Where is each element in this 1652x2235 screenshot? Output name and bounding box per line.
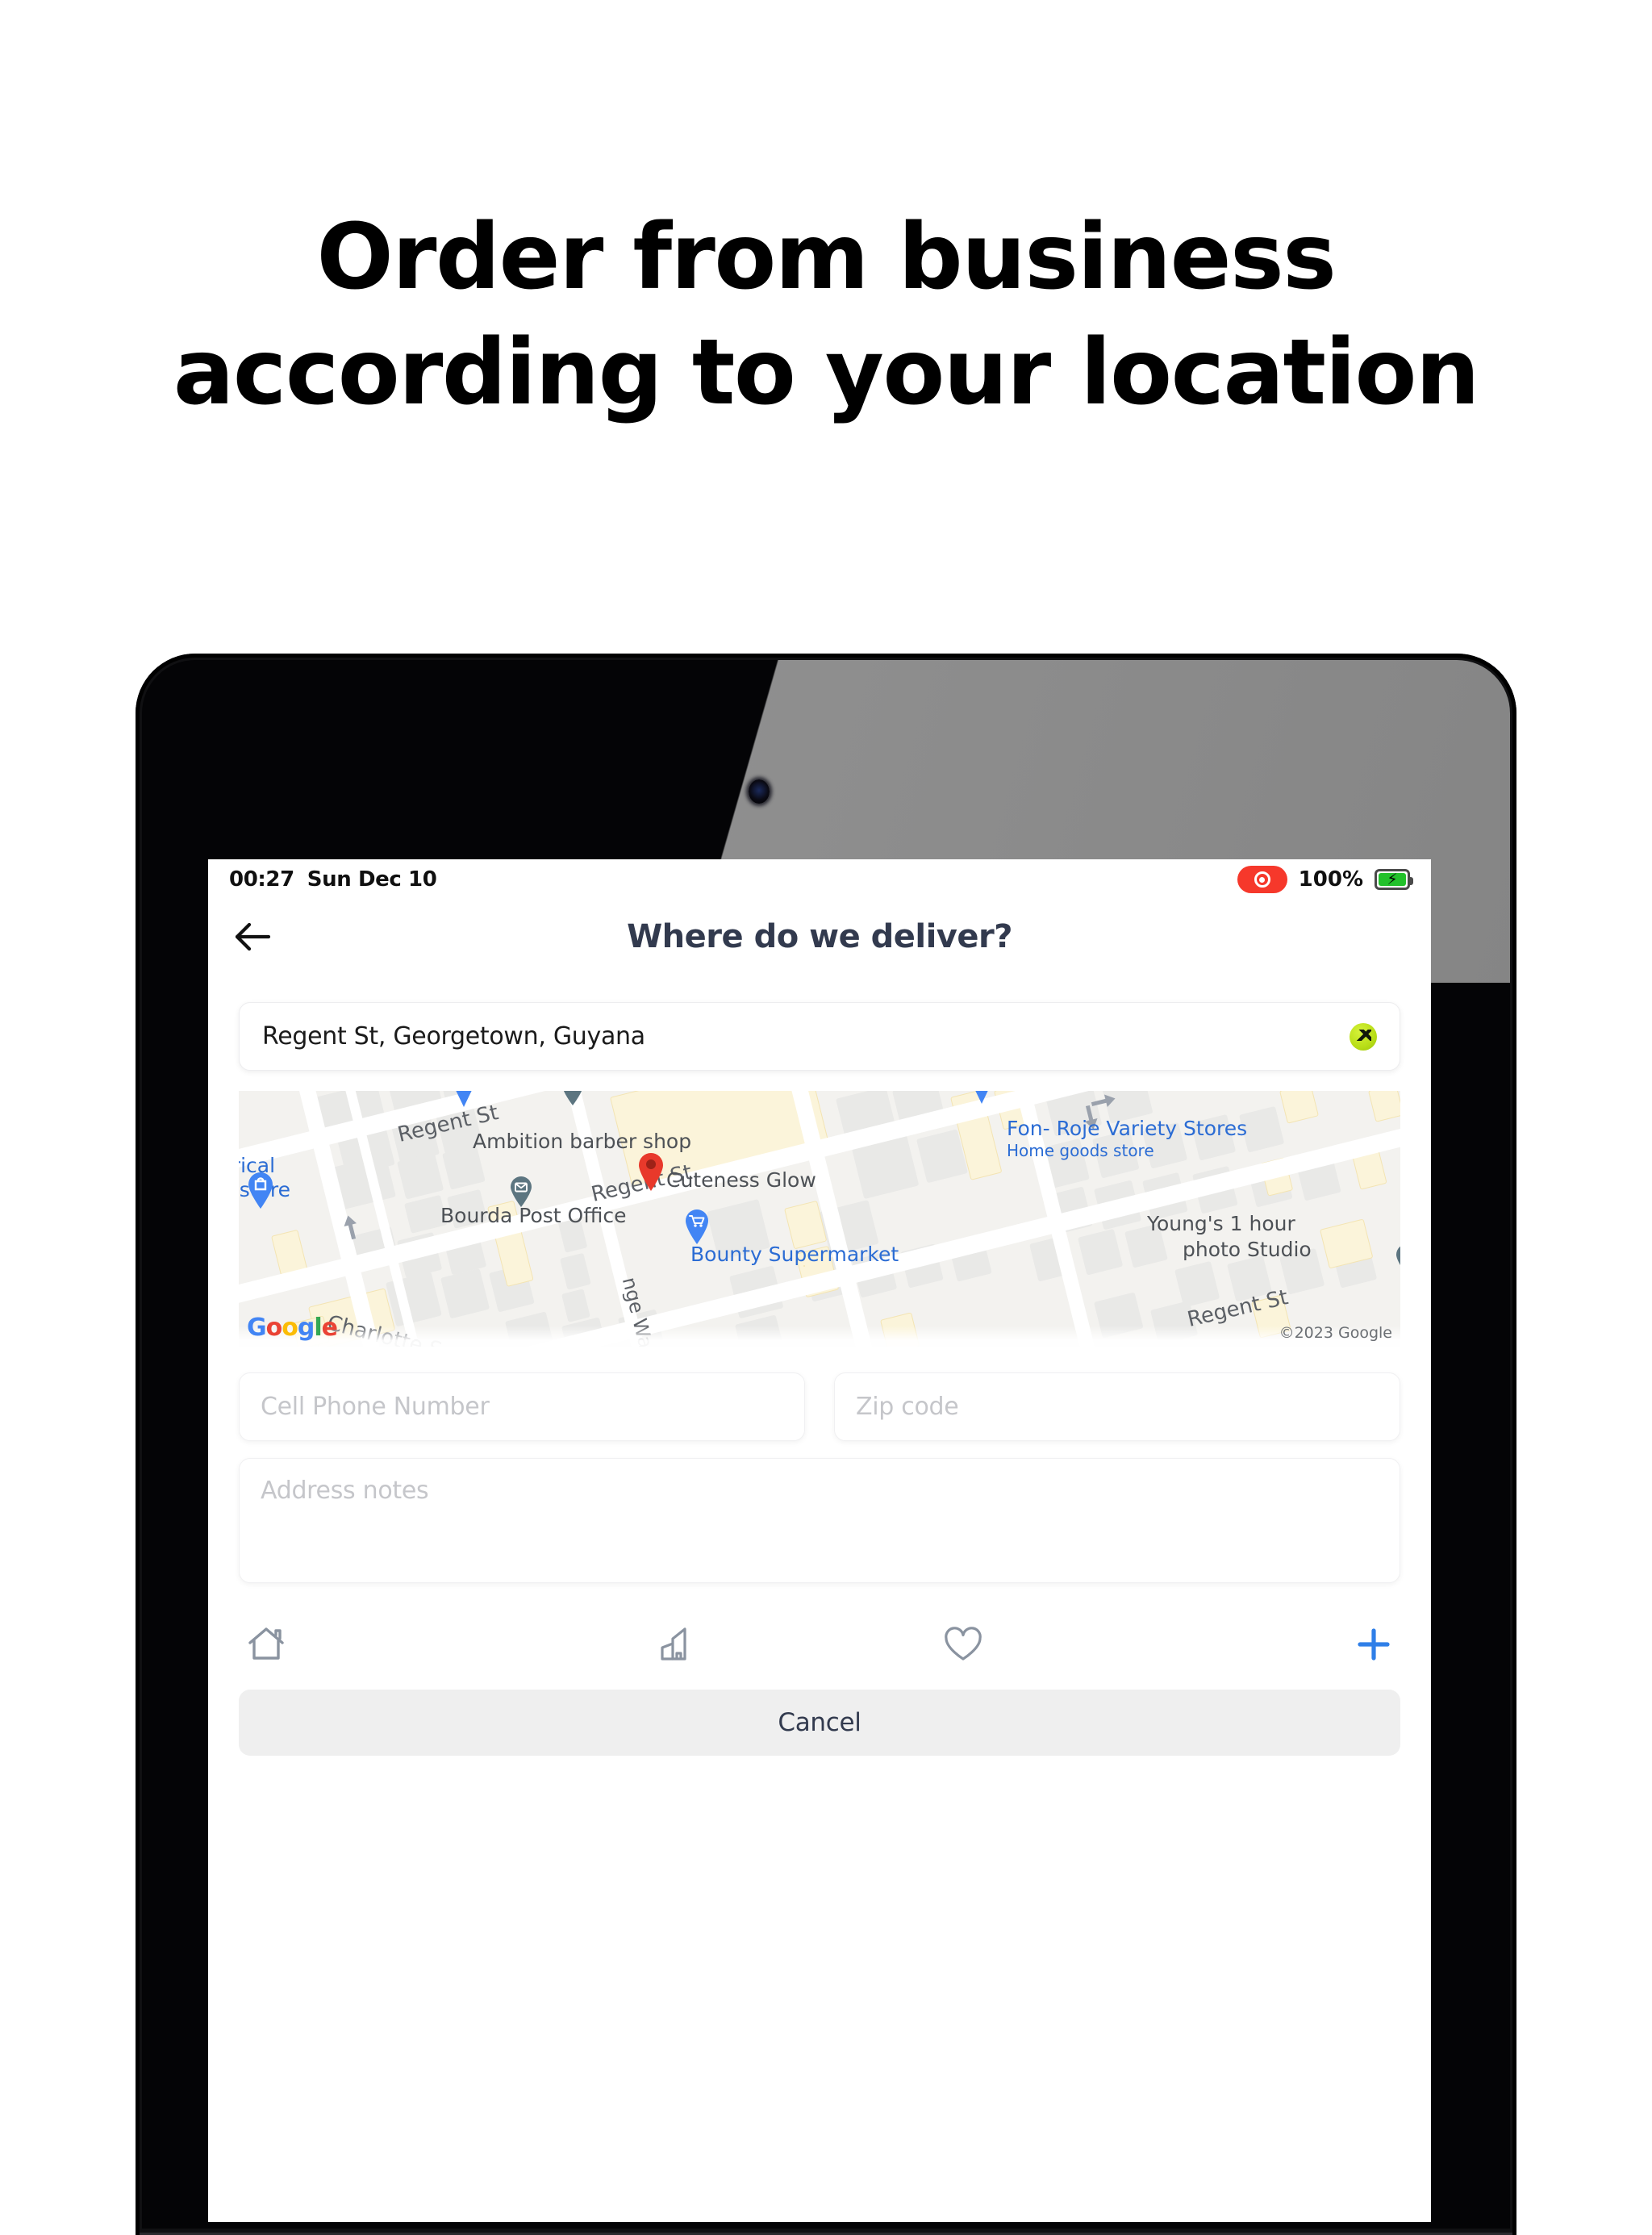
badge-glyph	[1355, 1029, 1371, 1041]
app-logo-badge-icon	[1350, 1022, 1377, 1051]
marker-pin-blue-icon[interactable]	[453, 1091, 474, 1107]
label-option-home[interactable]	[239, 1610, 533, 1679]
shopping-bag-pin-icon[interactable]	[247, 1172, 274, 1209]
headline-line-2: according to your location	[173, 320, 1480, 426]
status-date: Sun Dec 10	[307, 867, 437, 892]
address-notes-input[interactable]: Address notes	[239, 1458, 1400, 1583]
address-input[interactable]: Regent St, Georgetown, Guyana	[239, 1002, 1400, 1071]
battery-percent: 100%	[1298, 867, 1363, 892]
charging-bolt-icon: ⚡	[1387, 870, 1398, 888]
status-time: 00:27	[229, 867, 294, 892]
address-label-options	[239, 1610, 1400, 1679]
cancel-button-label: Cancel	[778, 1708, 861, 1737]
map-preview[interactable]: Regent St Regent St Regent St Charlotte …	[239, 1091, 1400, 1347]
mail-pin-icon[interactable]	[510, 1176, 532, 1207]
generic-place-pin-icon[interactable]	[1395, 1244, 1400, 1275]
record-dot	[1259, 876, 1266, 883]
front-camera-icon	[749, 779, 770, 804]
marketing-headline: Order from business according to your lo…	[0, 200, 1652, 432]
google-logo-e1: e	[321, 1314, 338, 1342]
back-button[interactable]	[226, 910, 279, 963]
map-canvas: Regent St Regent St Regent St Charlotte …	[239, 1091, 1400, 1347]
google-logo-o2: o	[282, 1314, 298, 1342]
one-way-arrow-icon	[344, 1215, 357, 1240]
cell-phone-input[interactable]: Cell Phone Number	[239, 1372, 805, 1441]
office-building-icon	[660, 1627, 686, 1661]
headline-line-1: Order from business	[316, 205, 1337, 310]
address-input-value: Regent St, Georgetown, Guyana	[262, 1022, 645, 1051]
marker-pin-blue-icon[interactable]	[971, 1091, 992, 1104]
status-bar-right: 100% ⚡	[1237, 866, 1413, 893]
screen-record-icon[interactable]	[1237, 866, 1287, 893]
map-attribution: ©2023 Google	[1279, 1324, 1392, 1342]
battery-nub	[1409, 877, 1413, 885]
record-ring	[1254, 871, 1270, 888]
shopping-cart-pin-icon[interactable]	[684, 1209, 710, 1244]
zip-code-input[interactable]: Zip code	[834, 1372, 1400, 1441]
selected-location-pin-icon[interactable]	[637, 1152, 665, 1191]
google-logo: Google	[247, 1314, 338, 1342]
plus-icon	[1358, 1628, 1390, 1661]
zip-code-placeholder: Zip code	[856, 1393, 959, 1421]
home-icon	[248, 1627, 284, 1660]
one-way-arrow-icon	[1084, 1105, 1098, 1130]
google-logo-l1: l	[314, 1314, 322, 1342]
tablet-device-frame: 00:27 Sun Dec 10 100% ⚡ Where do we deli…	[136, 654, 1516, 2235]
heart-icon	[944, 1627, 982, 1661]
label-option-add[interactable]	[1106, 1610, 1400, 1679]
page-title: Where do we deliver?	[627, 918, 1012, 955]
status-bar-left: 00:27 Sun Dec 10	[229, 867, 437, 892]
google-logo-o1: o	[265, 1314, 283, 1342]
google-logo-g1: G	[247, 1314, 267, 1342]
status-bar: 00:27 Sun Dec 10 100% ⚡	[208, 859, 1431, 900]
google-logo-g2: g	[297, 1314, 315, 1342]
label-option-office[interactable]	[533, 1610, 820, 1679]
arrow-left-icon	[235, 922, 271, 951]
address-notes-placeholder: Address notes	[261, 1477, 429, 1505]
label-option-favorite[interactable]	[820, 1610, 1106, 1679]
battery-charging-icon: ⚡	[1375, 869, 1413, 890]
generic-place-pin-icon[interactable]	[561, 1091, 584, 1105]
cancel-button[interactable]: Cancel	[239, 1690, 1400, 1756]
nav-header: Where do we deliver?	[208, 900, 1431, 974]
cell-phone-placeholder: Cell Phone Number	[261, 1393, 490, 1421]
map-bottom-fade	[239, 1326, 1400, 1347]
app-screen: 00:27 Sun Dec 10 100% ⚡ Where do we deli…	[208, 859, 1431, 2222]
